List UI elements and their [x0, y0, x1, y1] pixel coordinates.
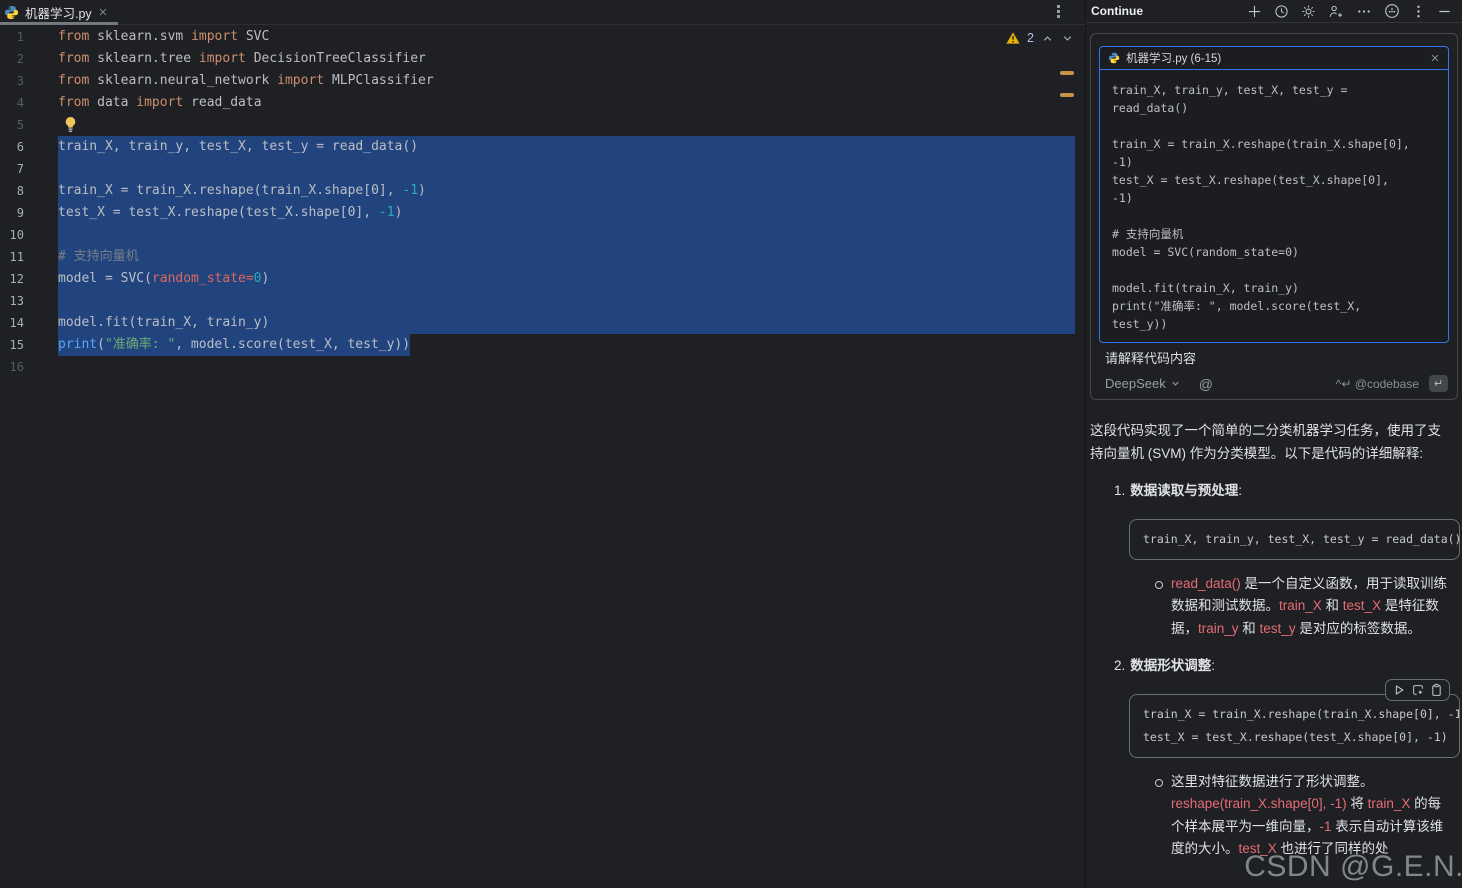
continue-panel-header: Continue: [1086, 0, 1462, 23]
panel-kebab-menu-icon[interactable]: [1412, 4, 1425, 19]
model-selector[interactable]: DeepSeek: [1105, 376, 1181, 391]
context-item-close-icon[interactable]: [1430, 53, 1440, 63]
watermark: CSDN @G.E.N.: [1244, 850, 1462, 884]
submit-enter-button[interactable]: ↵: [1429, 375, 1448, 392]
code-area: 1from sklearn.svm import SVC 2from sklea…: [0, 26, 1075, 378]
copy-code-clipboard-icon[interactable]: [1430, 683, 1443, 697]
code-line-selected[interactable]: 7: [0, 158, 1075, 180]
context-item-title: 机器学习.py (6-15): [1126, 50, 1221, 66]
code-line[interactable]: 5: [0, 114, 1075, 136]
code-line-selected[interactable]: 14model.fit(train_X, train_y): [0, 312, 1075, 334]
python-file-icon: [4, 5, 19, 20]
hide-panel-minus-icon[interactable]: [1437, 4, 1452, 19]
problems-widget[interactable]: 2: [1006, 31, 1074, 45]
add-account-person-plus-icon[interactable]: [1328, 4, 1344, 19]
code-line-selected[interactable]: 12model = SVC(random_state=0): [0, 268, 1075, 290]
input-toolbar: DeepSeek @ ^↵ @codebase ↵: [1105, 375, 1448, 392]
settings-gear-icon[interactable]: [1301, 4, 1316, 19]
response-intro: 这段代码实现了一个简单的二分类机器学习任务，使用了支持向量机 (SVM) 作为分…: [1090, 420, 1460, 465]
assistant-response: 这段代码实现了一个简单的二分类机器学习任务，使用了支持向量机 (SVM) 作为分…: [1090, 420, 1460, 861]
overview-ruler-warning-mark[interactable]: [1060, 93, 1074, 97]
code-line-selected[interactable]: 6train_X, train_y, test_X, test_y = read…: [0, 136, 1075, 158]
response-code-block: train_X, train_y, test_X, test_y = read_…: [1129, 519, 1460, 560]
response-code-block: train_X = train_X.reshape(train_X.shape[…: [1129, 694, 1460, 758]
apps-dots-circle-icon[interactable]: [1384, 3, 1400, 19]
code-line[interactable]: 16: [0, 356, 1075, 378]
chevron-down-icon: [1170, 378, 1181, 389]
python-file-icon: [1108, 52, 1120, 64]
code-line-selected[interactable]: 8train_X = train_X.reshape(train_X.shape…: [0, 180, 1075, 202]
add-context-at-button[interactable]: @: [1199, 376, 1213, 392]
list-item-heading: 1.数据读取与预处理:: [1114, 480, 1460, 503]
response-bullet: 这里对特征数据进行了形状调整。reshape(train_X.shape[0],…: [1171, 771, 1454, 861]
more-ellipsis-icon[interactable]: [1356, 4, 1372, 19]
code-line[interactable]: 3from sklearn.neural_network import MLPC…: [0, 70, 1075, 92]
context-code-preview: train_X, train_y, test_X, test_y = read_…: [1100, 70, 1448, 343]
lightbulb-icon[interactable]: [64, 117, 77, 133]
response-bullet: read_data() 是一个自定义函数，用于读取训练数据和测试数据。train…: [1171, 573, 1454, 641]
code-line-selected[interactable]: 11# 支持向量机: [0, 246, 1075, 268]
continue-panel: Continue 机器学习.py (6-15): [1085, 0, 1462, 888]
editor-tab-bar: 机器学习.py: [0, 0, 1085, 25]
tab-label: 机器学习.py: [25, 3, 92, 22]
code-line[interactable]: 1from sklearn.svm import SVC: [0, 26, 1075, 48]
context-item-header[interactable]: 机器学习.py (6-15): [1100, 47, 1448, 70]
code-line[interactable]: 4from data import read_data: [0, 92, 1075, 114]
prev-problem-chevron-up-icon[interactable]: [1041, 32, 1054, 45]
chat-input-container[interactable]: 机器学习.py (6-15) train_X, train_y, test_X,…: [1090, 33, 1458, 400]
codebase-hint: ^↵ @codebase: [1336, 377, 1419, 391]
user-prompt-text[interactable]: 请解释代码内容: [1105, 348, 1196, 367]
insert-at-cursor-icon[interactable]: [1411, 683, 1425, 697]
warning-count: 2: [1027, 31, 1034, 45]
app-window: 机器学习.py 1from sklearn.svm import SVC 2fr…: [0, 0, 1462, 888]
code-block-toolbar: [1385, 679, 1450, 701]
warning-icon: [1006, 32, 1020, 44]
code-line-selected[interactable]: 10: [0, 224, 1075, 246]
tab-machine-learning-py[interactable]: 机器学习.py: [0, 0, 118, 24]
code-line-selected[interactable]: 15print("准确率: ", model.score(test_X, tes…: [0, 334, 1075, 356]
run-code-play-icon[interactable]: [1392, 683, 1406, 697]
panel-title: Continue: [1091, 4, 1143, 18]
editor-pane: 机器学习.py 1from sklearn.svm import SVC 2fr…: [0, 0, 1085, 888]
history-clock-icon[interactable]: [1274, 4, 1289, 19]
next-problem-chevron-down-icon[interactable]: [1061, 32, 1074, 45]
list-item-heading: 2.数据形状调整:: [1114, 655, 1460, 678]
code-line-selected[interactable]: 13: [0, 290, 1075, 312]
code-line[interactable]: 2from sklearn.tree import DecisionTreeCl…: [0, 48, 1075, 70]
overview-ruler-warning-mark[interactable]: [1060, 71, 1074, 75]
new-session-plus-icon[interactable]: [1247, 4, 1262, 19]
model-name: DeepSeek: [1105, 376, 1166, 391]
editor-options-kebab-icon[interactable]: [1052, 4, 1065, 19]
code-line-selected[interactable]: 9test_X = test_X.reshape(test_X.shape[0]…: [0, 202, 1075, 224]
tab-close-icon[interactable]: [98, 7, 108, 17]
context-item-chip: 机器学习.py (6-15) train_X, train_y, test_X,…: [1099, 46, 1449, 343]
